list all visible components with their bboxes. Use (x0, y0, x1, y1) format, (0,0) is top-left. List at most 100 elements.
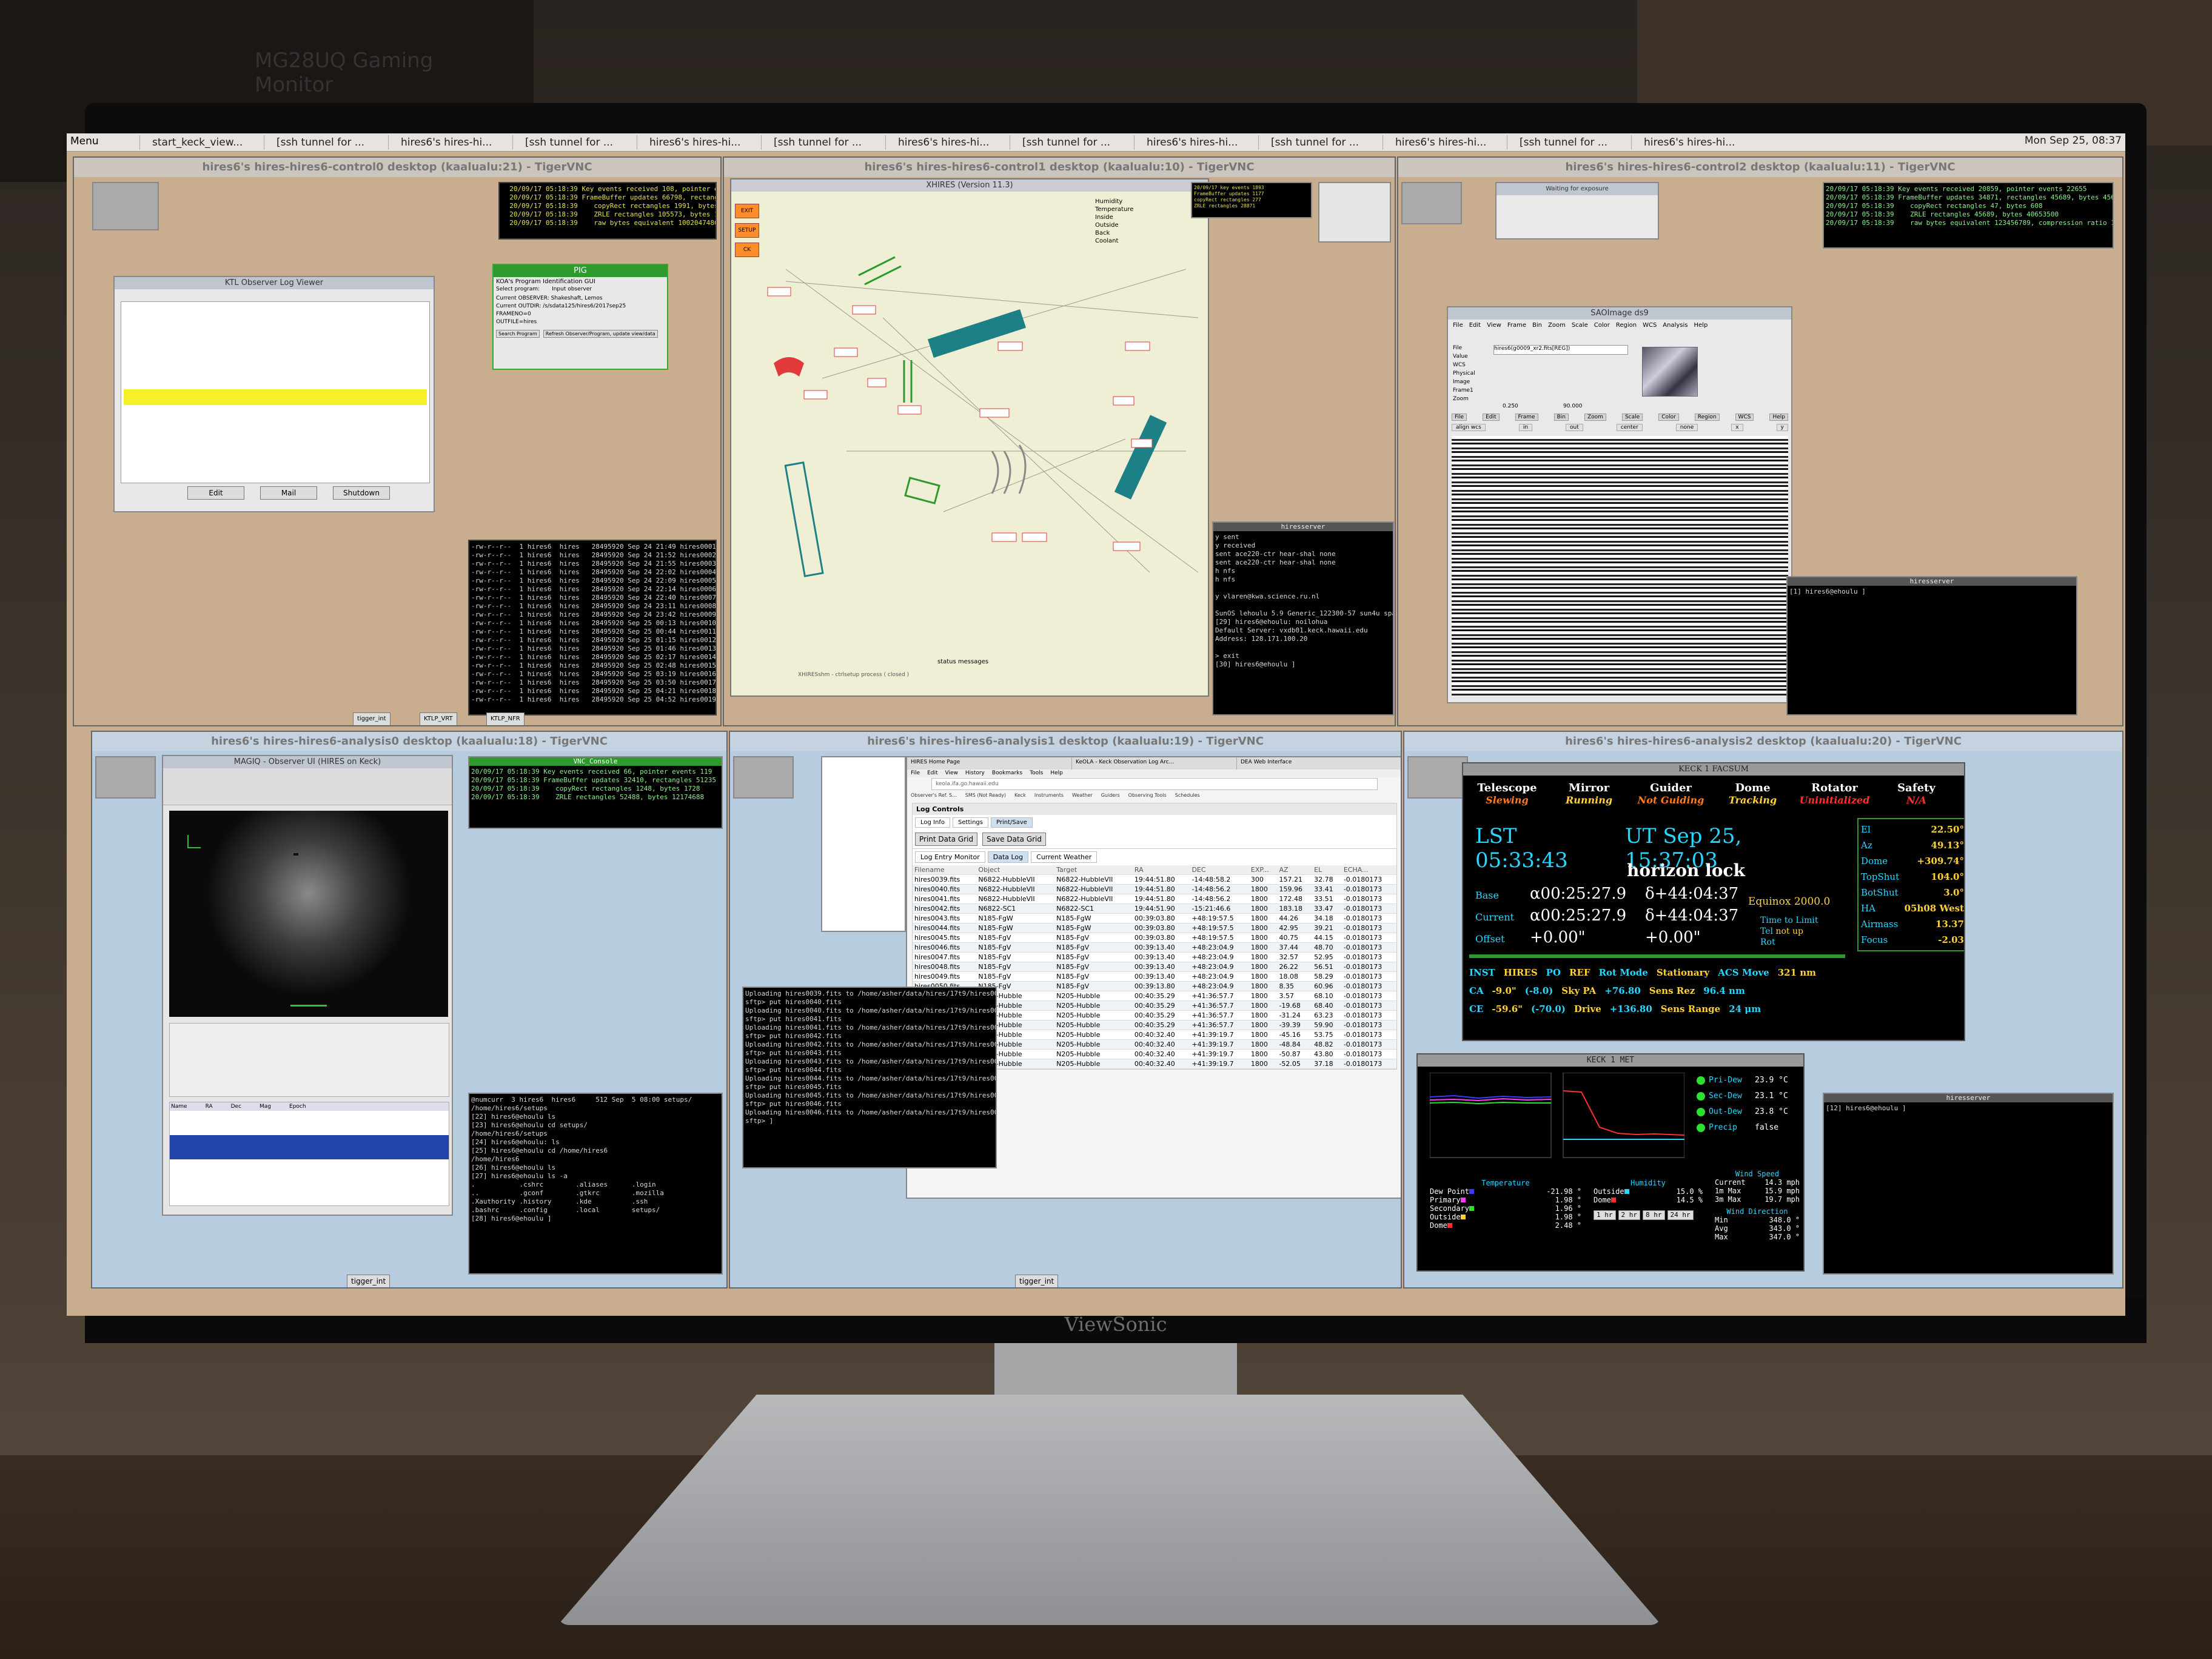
table-row[interactable]: hires0046.fits N185-FgV N185-FgV 00:39:13.4… (913, 942, 1396, 953)
ds9-button[interactable]: Bin (1553, 414, 1569, 421)
icon-window[interactable] (1407, 756, 1468, 799)
log-viewer-button-edit[interactable]: Edit (187, 486, 244, 500)
ds9-menu-item[interactable]: File (1453, 322, 1463, 329)
grid-column-header[interactable]: Target (1054, 865, 1133, 875)
taskbar-tab[interactable]: [ssh tunnel for ... (264, 135, 398, 150)
grid-column-header[interactable]: AZ (1277, 865, 1313, 875)
terminal-analysis0[interactable]: @numcurr 3 hires6 hires6 512 Sep 5 08:00… (468, 1093, 723, 1275)
taskbar-tab[interactable]: hires6's hires-hi... (885, 135, 1019, 150)
terminal-analysis2[interactable]: hiresserver [12] hires6@ehoulu ] (1823, 1093, 2114, 1275)
grid-column-header[interactable]: Object (976, 865, 1055, 875)
icon-window[interactable] (92, 182, 159, 230)
ds9-button[interactable]: Region (1694, 414, 1720, 421)
browser-menu-item[interactable]: Help (1050, 770, 1063, 776)
magiq-column-header[interactable]: Dec (231, 1104, 241, 1110)
ds9-button[interactable]: WCS (1735, 414, 1754, 421)
ds9-menu-item[interactable]: Help (1694, 322, 1708, 329)
magiq-window[interactable]: MAGIQ - Observer UI (HIRES on Keck) Name… (162, 755, 453, 1216)
airmass-window[interactable] (1318, 182, 1391, 243)
browser-menu-item[interactable]: View (945, 770, 958, 776)
grid-column-header[interactable]: ECHA... (1341, 865, 1396, 875)
grid-column-header[interactable]: EL (1312, 865, 1342, 875)
ds9-sub-button[interactable]: y (1776, 424, 1788, 431)
bookmark-item[interactable]: Guiders (1101, 793, 1120, 798)
statusbar-item[interactable]: tigger_int (353, 712, 390, 725)
ds9-sub-button[interactable]: none (1675, 424, 1698, 431)
table-row[interactable]: hires0049.fits N185-FgV N185-FgV 00:39:13.4… (913, 971, 1396, 982)
taskbar-tab[interactable]: [ssh tunnel for ... (512, 135, 646, 150)
taskbar-tab[interactable]: [ssh tunnel for ... (1010, 135, 1144, 150)
ds9-menu-item[interactable]: View (1487, 322, 1501, 329)
log-viewer-window[interactable]: KTL Observer Log Viewer Edit Mail Shutdown (113, 276, 435, 512)
browser-tab[interactable]: KeOLA - Keck Observation Log Arc... (1072, 757, 1237, 769)
xhires-window[interactable]: XHIRES (Version 11.3) EXIT SETUP CK Humidi… (730, 178, 1209, 697)
ds9-button[interactable]: Zoom (1584, 414, 1606, 421)
view-tab[interactable]: Log Entry Monitor (915, 851, 985, 863)
ds9-button[interactable]: File (1452, 414, 1467, 421)
ds9-window[interactable]: SAOImage ds9 File Edit View Frame Bin Zoom Sca… (1447, 306, 1792, 703)
magiq-column-header[interactable]: Name (171, 1104, 187, 1110)
statusbar-item[interactable]: KTLP_VRT (420, 712, 457, 725)
magiq-target-list[interactable]: Name RA Dec Mag Epoch (169, 1102, 449, 1206)
ds9-menu-item[interactable]: Color (1594, 322, 1610, 329)
ds9-menu-item[interactable]: Scale (1572, 322, 1588, 329)
grid-column-header[interactable]: DEC (1190, 865, 1249, 875)
taskbar-tab[interactable]: hires6's hires-hi... (1134, 135, 1268, 150)
taskbar-tab[interactable]: hires6's hires-hi... (388, 135, 522, 150)
magiq-column-header[interactable]: RA (206, 1104, 213, 1110)
ds9-menu-item[interactable]: WCS (1643, 322, 1657, 329)
browser-url-bar[interactable]: keola.ifa.go.hawaii.edu (931, 778, 1378, 790)
taskbar-tab[interactable]: start_keck_view... (139, 135, 273, 150)
ds9-image-echelle-spectrum[interactable] (1452, 436, 1788, 697)
ds9-sub-button[interactable]: out (1566, 424, 1583, 431)
log-tab[interactable]: Print/Save (990, 817, 1033, 828)
ds9-button[interactable]: Color (1658, 414, 1679, 421)
grid-column-header[interactable]: EXP... (1248, 865, 1278, 875)
taskbar-tab[interactable]: hires6's hires-hi... (1382, 135, 1517, 150)
magiq-controls[interactable] (169, 1023, 449, 1097)
bookmark-item[interactable]: Observer's Ref. S... (911, 793, 957, 798)
ds9-menu-item[interactable]: Region (1616, 322, 1637, 329)
ds9-button[interactable]: Frame (1515, 414, 1538, 421)
magiq-selected-row[interactable] (170, 1135, 449, 1159)
bookmark-item[interactable]: Keck (1014, 793, 1026, 798)
taskbar-tab[interactable]: hires6's hires-hi... (1631, 135, 1765, 150)
ds9-button[interactable]: Scale (1621, 414, 1643, 421)
table-row[interactable]: hires0044.fits N185-FgW N185-FgW 00:39:03.8… (913, 923, 1396, 933)
pig-window[interactable]: PIG KOA's Program Identification GUI Sel… (492, 264, 668, 370)
magiq-column-header[interactable]: Mag (260, 1104, 271, 1110)
readout-window[interactable]: Waiting for exposure (1495, 182, 1659, 240)
terminal-file-list[interactable]: -rw-r--r-- 1 hires6 hires 28495920 Sep 2… (468, 540, 717, 716)
print-data-grid-button[interactable]: Print Data Grid (915, 833, 978, 846)
log-viewer-button-shutdown[interactable]: Shutdown (333, 486, 390, 500)
facsum-window[interactable]: KECK 1 FACSUM Telescope Slewing Mirror Runn… (1462, 762, 1965, 1041)
browser-menu-item[interactable]: History (965, 770, 985, 776)
table-row[interactable]: hires0043.fits N185-FgW N185-FgW 00:39:03.8… (913, 913, 1396, 923)
bookmark-item[interactable]: Instruments (1034, 793, 1064, 798)
table-row[interactable]: hires0048.fits N185-FgV N185-FgV 00:39:13.4… (913, 962, 1396, 972)
table-row[interactable]: hires0040.fits N6822-HubbleVII N6822-Hubbl… (913, 884, 1396, 894)
vnc-console-mini[interactable]: 20/09/17 key events 1893 FrameBuffer upd… (1191, 182, 1312, 218)
side-list-window[interactable] (821, 756, 906, 932)
range-button[interactable]: 1 hr (1594, 1210, 1616, 1220)
analysis0-statusbar-item[interactable]: tigger_int (347, 1275, 390, 1287)
browser-tab[interactable]: DEA Web Interface (1237, 757, 1401, 769)
ds9-button[interactable]: Edit (1483, 414, 1500, 421)
grid-column-header[interactable]: Filename (913, 865, 977, 875)
taskbar-tab[interactable]: [ssh tunnel for ... (1507, 135, 1641, 150)
ds9-menu-item[interactable]: Frame (1507, 322, 1526, 329)
terminal-yellow[interactable]: 20/09/17 05:18:39 Key events received 10… (498, 182, 717, 240)
magiq-column-header[interactable]: Epoch (289, 1104, 306, 1110)
range-button[interactable]: 24 hr (1667, 1210, 1694, 1220)
ds9-menu-item[interactable]: Edit (1469, 322, 1481, 329)
system-clock[interactable]: Mon Sep 25, 08:37 (2025, 135, 2122, 147)
bookmark-item[interactable]: Schedules (1175, 793, 1200, 798)
taskbar-tab[interactable]: [ssh tunnel for ... (1258, 135, 1392, 150)
icon-window[interactable] (733, 756, 794, 799)
guider-camera-image[interactable] (169, 811, 448, 1017)
terminal-green[interactable]: 20/09/17 05:18:39 Key events received 20… (1823, 182, 2114, 249)
xhires-setup-button[interactable]: SETUP (735, 223, 759, 238)
pig-button[interactable]: Search Program (496, 330, 540, 338)
grid-column-header[interactable]: RA (1132, 865, 1190, 875)
icon-window[interactable] (1401, 182, 1462, 224)
